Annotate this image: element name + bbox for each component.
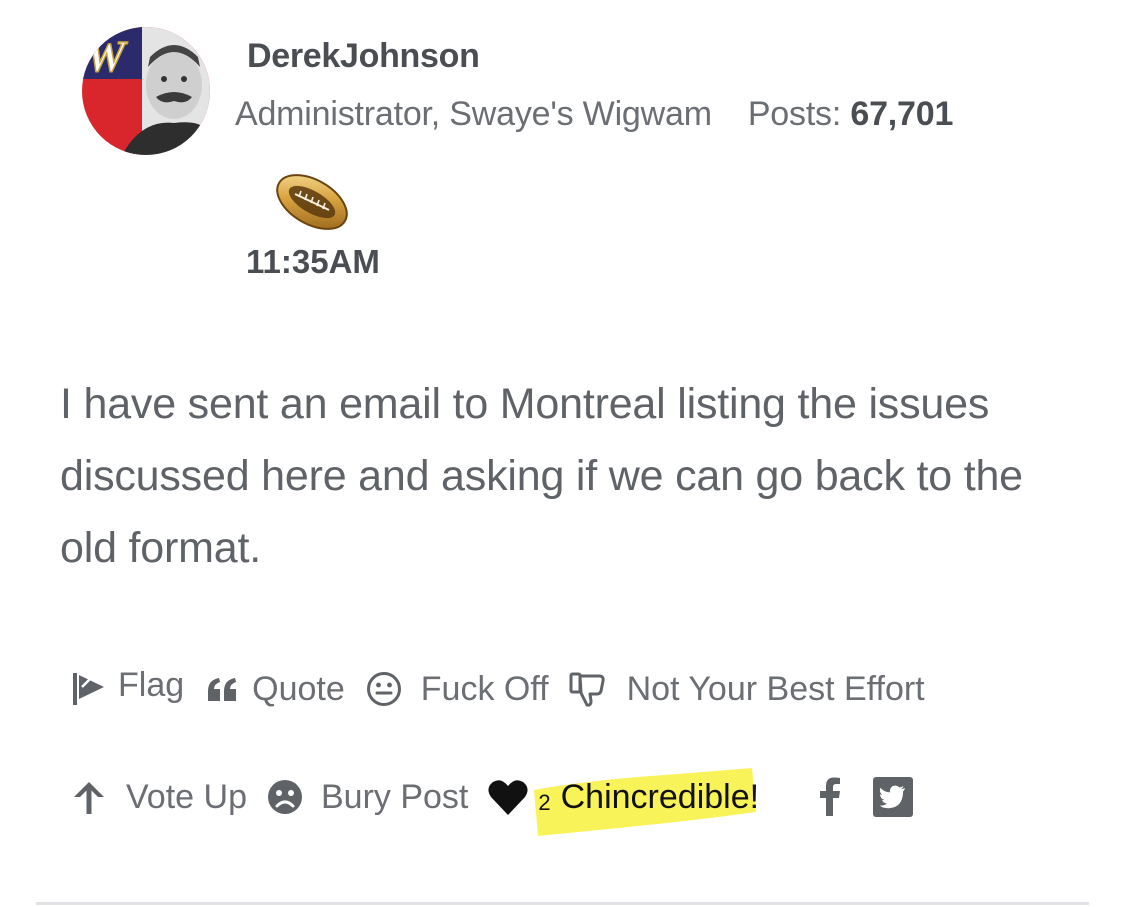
quote-label: Quote bbox=[252, 669, 345, 708]
not-your-best-effort-label: Not Your Best Effort bbox=[626, 669, 925, 708]
post-actions-secondary: Vote Up Bury Post 2 Chincredible! bbox=[68, 767, 915, 836]
fuck-off-button[interactable]: Fuck Off bbox=[365, 670, 549, 709]
bury-post-button[interactable]: Bury Post bbox=[265, 777, 468, 817]
reaction-count: 2 bbox=[538, 790, 551, 815]
vote-up-button[interactable]: Vote Up bbox=[68, 776, 247, 818]
avatar-image: W bbox=[82, 27, 210, 155]
flag-label: Flag bbox=[118, 665, 185, 704]
football-icon bbox=[271, 164, 353, 236]
post-actions-primary: Flag Quote Fuck Off Not Your Best Effort bbox=[68, 664, 925, 714]
arrow-up-icon bbox=[74, 782, 104, 814]
bury-post-label: Bury Post bbox=[320, 777, 469, 816]
post-divider bbox=[36, 902, 1089, 905]
posts-label: Posts: bbox=[747, 95, 842, 133]
reaction-highlight: 2 Chincredible! bbox=[534, 767, 760, 836]
quote-icon bbox=[208, 678, 237, 701]
chincredible-reaction-button[interactable]: 2 Chincredible! bbox=[486, 767, 760, 836]
sad-face-icon bbox=[267, 780, 302, 814]
twitter-icon bbox=[873, 777, 914, 817]
heart-icon bbox=[488, 780, 528, 815]
quote-button[interactable]: Quote bbox=[204, 670, 345, 709]
author-role: Administrator, Swaye's Wigwam bbox=[235, 95, 712, 133]
facebook-icon bbox=[820, 777, 841, 816]
avatar[interactable]: W bbox=[82, 27, 210, 155]
twitter-share-button[interactable] bbox=[871, 775, 915, 819]
fuck-off-label: Fuck Off bbox=[420, 669, 549, 708]
reaction-label: Chincredible! bbox=[560, 777, 760, 816]
author-name[interactable]: DerekJohnson bbox=[247, 37, 480, 76]
avatar-letter: W bbox=[86, 32, 128, 81]
thumbs-down-icon bbox=[569, 672, 605, 707]
posts-count: 67,701 bbox=[850, 95, 954, 133]
post-timestamp[interactable]: 11:35AM bbox=[246, 243, 380, 281]
vote-up-label: Vote Up bbox=[126, 777, 247, 816]
flag-button[interactable]: Flag bbox=[68, 665, 185, 709]
facebook-share-button[interactable] bbox=[815, 776, 845, 818]
smiley-icon bbox=[366, 672, 401, 706]
author-meta: Administrator, Swaye's Wigwam Posts: 67,7… bbox=[235, 95, 953, 134]
post-body: I have sent an email to Montreal listing… bbox=[60, 380, 1023, 572]
flag-icon bbox=[73, 673, 104, 705]
not-your-best-effort-button[interactable]: Not Your Best Effort bbox=[567, 668, 925, 710]
